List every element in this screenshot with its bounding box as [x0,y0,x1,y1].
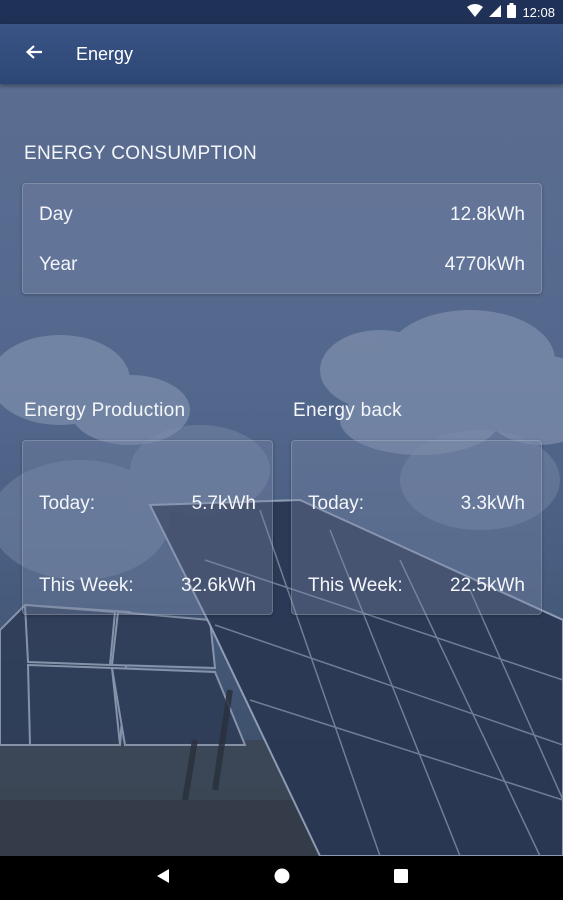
row-label: Year [39,254,78,275]
status-time: 12:08 [522,4,555,20]
system-nav-bar [0,856,563,900]
battery-icon [507,3,517,21]
consumption-card: Day 12.8kWh Year 4770kWh [22,183,542,294]
back-button[interactable] [6,26,62,82]
row-value: 4770kWh [444,254,525,275]
energy-back-row-today: Today: 3.3kWh [308,493,525,515]
row-value: 32.6kWh [181,575,256,596]
signal-icon [489,4,502,21]
row-label: This Week: [39,575,134,596]
production-row-week: This Week: 32.6kWh [39,575,256,597]
production-section-title: Energy Production [24,400,186,421]
nav-recents-button[interactable] [389,866,413,890]
consumption-row-year: Year 4770kWh [39,254,525,276]
row-value: 12.8kWh [450,204,525,225]
recents-square-icon [393,868,408,888]
production-row-today: Today: 5.7kWh [39,493,256,515]
back-triangle-icon [156,868,170,889]
wifi-icon [467,3,484,21]
row-value: 3.3kWh [460,493,525,514]
home-circle-icon [274,868,290,889]
page-title: Energy [76,43,134,64]
row-value: 5.7kWh [191,493,256,514]
app-bar: Energy [0,24,563,84]
arrow-left-icon [25,44,43,65]
energy-back-section-title: Energy back [293,400,402,421]
nav-home-button[interactable] [270,866,294,890]
row-label: Today: [308,493,364,514]
row-label: Day [39,204,73,225]
row-value: 22.5kWh [450,575,525,596]
energy-back-row-week: This Week: 22.5kWh [308,575,525,597]
row-label: This Week: [308,575,403,596]
nav-back-button[interactable] [151,866,175,890]
production-card: Today: 5.7kWh This Week: 32.6kWh [22,440,273,615]
row-label: Today: [39,493,95,514]
energy-back-card: Today: 3.3kWh This Week: 22.5kWh [291,440,542,615]
consumption-row-day: Day 12.8kWh [39,204,525,226]
consumption-section-title: ENERGY CONSUMPTION [24,143,258,164]
status-bar: 12:08 [0,0,563,24]
